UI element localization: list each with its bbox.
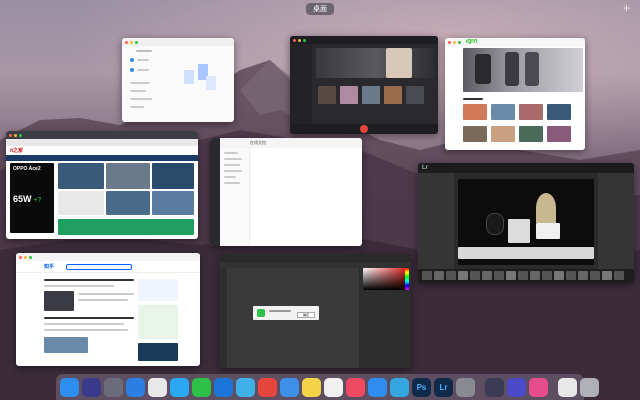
chrome-icon[interactable] bbox=[148, 377, 167, 397]
photos-icon[interactable] bbox=[324, 377, 343, 397]
window-editor[interactable]: 在线文档 bbox=[210, 138, 362, 246]
windows-icon[interactable] bbox=[214, 377, 233, 397]
site-logo[interactable]: it之家 bbox=[10, 147, 23, 154]
pink-app-icon[interactable] bbox=[529, 377, 548, 397]
photoshop-icon[interactable]: Ps bbox=[412, 377, 431, 397]
mail-icon[interactable] bbox=[280, 377, 299, 397]
browser-icon[interactable] bbox=[507, 377, 526, 397]
window-video[interactable]: iQIYI bbox=[445, 38, 585, 150]
promo-ad[interactable]: OPPO Ace2 65W +? bbox=[10, 163, 54, 233]
trash-icon[interactable] bbox=[580, 377, 599, 397]
dialog-ok-button[interactable]: 确定 bbox=[297, 312, 315, 318]
siri-icon[interactable] bbox=[82, 377, 101, 397]
wechat-icon[interactable] bbox=[192, 377, 211, 397]
lightroom-icon[interactable]: Lr bbox=[434, 377, 453, 397]
settings-icon[interactable] bbox=[456, 377, 475, 397]
window-browser-blog[interactable]: it之家 OPPO Ace2 65W +? bbox=[6, 131, 198, 239]
safari-icon[interactable] bbox=[126, 377, 145, 397]
finder-icon[interactable] bbox=[60, 377, 79, 397]
editor-title: 在线文档 bbox=[250, 140, 266, 145]
illustration-icon bbox=[184, 64, 216, 90]
music-icon[interactable] bbox=[346, 377, 365, 397]
dock: Ps Lr bbox=[56, 374, 599, 400]
notes-icon[interactable] bbox=[302, 377, 321, 397]
window-music[interactable] bbox=[290, 36, 438, 134]
lightroom-logo: Lr bbox=[422, 165, 428, 171]
document-icon[interactable] bbox=[558, 377, 577, 397]
window-titlebar[interactable] bbox=[122, 38, 234, 46]
qq-icon[interactable] bbox=[170, 377, 189, 397]
screen-record-icon[interactable] bbox=[485, 377, 504, 397]
desktop-button[interactable]: 桌面 bbox=[306, 3, 334, 15]
window-lightroom[interactable]: Lr bbox=[418, 163, 634, 283]
window-settings[interactable] bbox=[122, 38, 234, 122]
iqiyi-logo: iQIYI bbox=[466, 39, 478, 45]
window-photoshop[interactable]: 确定 bbox=[219, 254, 411, 368]
mindnode-icon[interactable] bbox=[236, 377, 255, 397]
search-input[interactable] bbox=[66, 263, 133, 270]
banner-image[interactable] bbox=[316, 48, 434, 78]
launchpad-icon[interactable] bbox=[104, 377, 123, 397]
window-news[interactable]: 知乎 bbox=[16, 253, 200, 366]
desktop: 桌面 + iQIYI it之家 OPPO Ace2 65W +? 在线文档 Lr… bbox=[0, 0, 640, 400]
news-logo[interactable]: 知乎 bbox=[44, 263, 54, 270]
appstore-icon[interactable] bbox=[368, 377, 387, 397]
play-button[interactable] bbox=[360, 125, 368, 133]
add-desktop-button[interactable]: + bbox=[623, 2, 630, 14]
netease-music-icon[interactable] bbox=[258, 377, 277, 397]
telegram-icon[interactable] bbox=[390, 377, 409, 397]
